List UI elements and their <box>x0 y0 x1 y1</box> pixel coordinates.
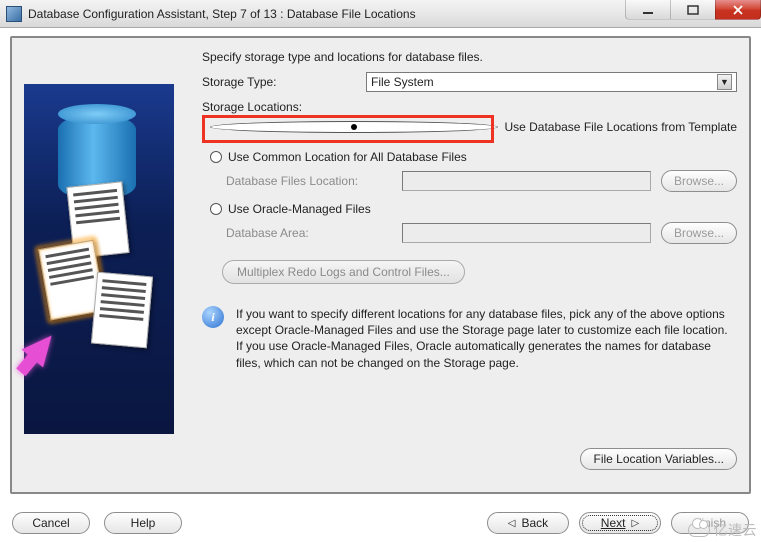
app-icon <box>6 6 22 22</box>
info-text: If you want to specify different locatio… <box>236 306 737 371</box>
titlebar: Database Configuration Assistant, Step 7… <box>0 0 761 28</box>
radio-icon <box>210 151 222 163</box>
db-area-input <box>402 223 651 243</box>
back-button[interactable]: ◁ Back <box>487 512 569 534</box>
minimize-icon <box>642 5 654 15</box>
db-files-location-input <box>402 171 651 191</box>
radio-template-label: Use Database File Locations from Templat… <box>504 120 737 134</box>
content-area: Specify storage type and locations for d… <box>202 50 737 480</box>
dialog-frame: Specify storage type and locations for d… <box>10 36 751 494</box>
window-title: Database Configuration Assistant, Step 7… <box>28 7 416 21</box>
triangle-left-icon: ◁ <box>508 518 516 529</box>
triangle-right-icon: ▷ <box>631 518 639 529</box>
radio-omf-label: Use Oracle-Managed Files <box>228 202 371 216</box>
file-location-variables-button[interactable]: File Location Variables... <box>580 448 737 470</box>
wizard-illustration <box>24 84 174 434</box>
db-area-label: Database Area: <box>226 226 402 240</box>
browse-db-files-button: Browse... <box>661 170 737 192</box>
radio-template[interactable]: Use Database File Locations from Templat… <box>210 120 737 134</box>
footer: Cancel Help ◁ Back Next ▷ Finish <box>12 512 749 534</box>
maximize-icon <box>687 5 699 15</box>
back-label: Back <box>522 516 549 530</box>
cancel-button[interactable]: Cancel <box>12 512 90 534</box>
storage-type-label: Storage Type: <box>202 75 366 89</box>
radio-common[interactable]: Use Common Location for All Database Fil… <box>210 150 737 164</box>
document-icon <box>91 272 153 349</box>
intro-text: Specify storage type and locations for d… <box>202 50 737 64</box>
help-button[interactable]: Help <box>104 512 182 534</box>
db-files-location-label: Database Files Location: <box>226 174 402 188</box>
radio-icon <box>210 203 222 215</box>
window-controls <box>626 0 761 20</box>
storage-type-select[interactable]: File System ▼ <box>366 72 737 92</box>
minimize-button[interactable] <box>625 0 671 20</box>
next-button[interactable]: Next ▷ <box>579 512 661 534</box>
radio-common-label: Use Common Location for All Database Fil… <box>228 150 467 164</box>
multiplex-button: Multiplex Redo Logs and Control Files... <box>222 260 465 284</box>
radio-icon <box>210 121 498 133</box>
info-row: i If you want to specify different locat… <box>202 306 737 371</box>
maximize-button[interactable] <box>670 0 716 20</box>
chevron-down-icon: ▼ <box>717 74 732 90</box>
storage-locations-label: Storage Locations: <box>202 100 737 114</box>
close-icon <box>732 5 744 15</box>
info-icon: i <box>202 306 224 328</box>
close-button[interactable] <box>715 0 761 20</box>
finish-button: Finish <box>671 512 749 534</box>
arrow-icon <box>22 327 63 368</box>
radio-omf[interactable]: Use Oracle-Managed Files <box>210 202 737 216</box>
browse-db-area-button: Browse... <box>661 222 737 244</box>
next-label: Next <box>601 516 626 530</box>
storage-type-value: File System <box>371 75 434 89</box>
